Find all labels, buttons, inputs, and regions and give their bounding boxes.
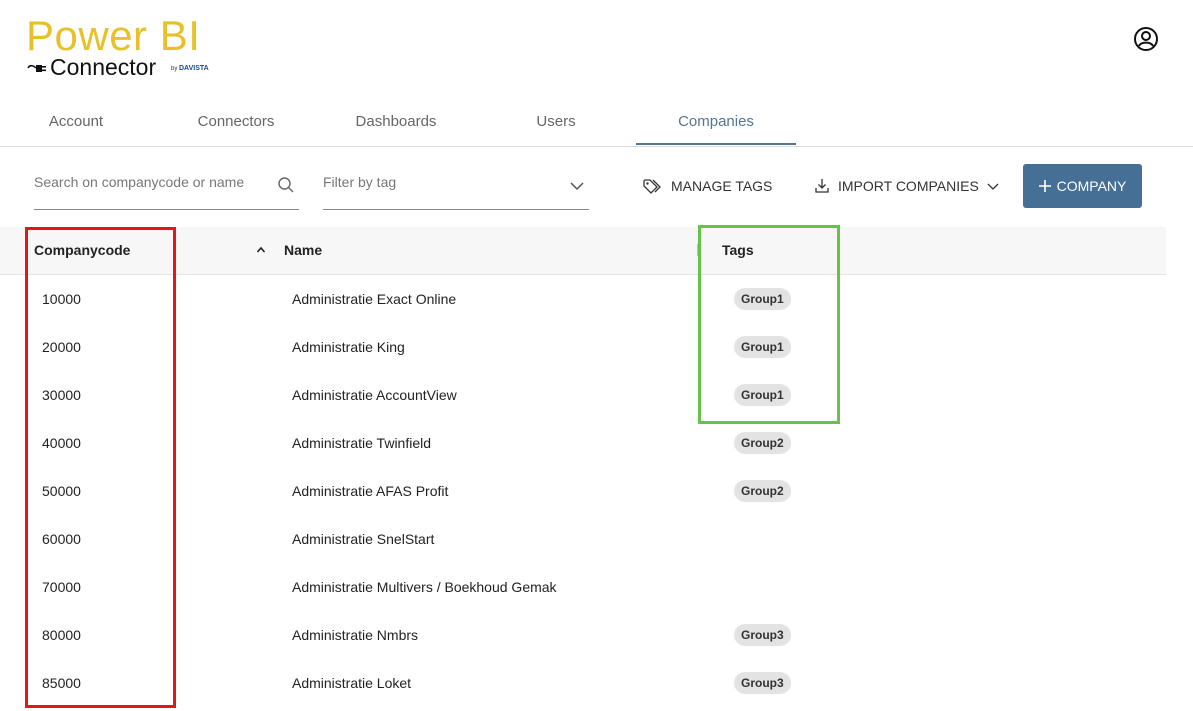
tab-companies[interactable]: Companies (636, 98, 796, 145)
company-name-cell: Administratie Nmbrs (292, 627, 419, 643)
company-name-cell: Administratie Exact Online (292, 291, 457, 307)
tab-users[interactable]: Users (476, 98, 636, 145)
tag-filter (323, 164, 589, 210)
logo-by: by (171, 66, 178, 72)
plug-icon (27, 64, 46, 72)
company-name-cell: Administratie Twinfield (292, 435, 432, 451)
chevron-down-icon[interactable] (569, 178, 585, 194)
tab-account[interactable]: Account (0, 98, 156, 145)
tag-chip: Group2 (734, 480, 791, 502)
import-companies-button[interactable]: IMPORT COMPANIES (814, 164, 999, 208)
logo-brand: DAVISTA (179, 65, 209, 72)
tag-chip: Group3 (734, 624, 791, 646)
main-tabs: Account Connectors Dashboards Users Comp… (0, 98, 1193, 147)
tag-icon (643, 179, 661, 194)
tags-column-highlight (698, 225, 840, 424)
search-field (34, 164, 299, 210)
column-header-name[interactable]: Name (284, 227, 322, 274)
tab-dashboards[interactable]: Dashboards (316, 98, 476, 145)
manage-tags-label: MANAGE TAGS (671, 178, 773, 194)
import-companies-label: IMPORT COMPANIES (838, 178, 979, 194)
sort-ascending-icon[interactable] (256, 245, 266, 255)
company-name-cell: Administratie King (292, 339, 405, 355)
company-name-cell: Administratie SnelStart (292, 531, 435, 547)
company-name-cell: Administratie AccountView (292, 387, 457, 403)
plus-icon (1038, 180, 1051, 192)
app-logo: Power BI Connector by DAVISTA (26, 12, 216, 81)
add-company-button[interactable]: COMPANY (1023, 164, 1142, 208)
company-name-cell: Administratie AFAS Profit (292, 483, 449, 499)
search-icon[interactable] (277, 176, 295, 194)
company-name-cell: Administratie Multivers / Boekhoud Gemak (292, 579, 557, 595)
tag-filter-input[interactable] (323, 164, 553, 200)
import-icon (815, 179, 829, 193)
company-name-cell: Administratie Loket (292, 675, 412, 691)
user-avatar-icon[interactable] (1133, 26, 1159, 52)
chevron-down-icon (987, 183, 999, 190)
manage-tags-button[interactable]: MANAGE TAGS (643, 164, 772, 208)
logo-title: Power BI (26, 12, 201, 59)
companycode-column-highlight (25, 227, 176, 708)
search-input[interactable] (34, 164, 264, 200)
tab-connectors[interactable]: Connectors (156, 98, 316, 145)
tag-chip: Group3 (734, 672, 791, 694)
logo-subtitle: Connector (50, 54, 157, 80)
add-company-label: COMPANY (1056, 178, 1127, 194)
tag-chip: Group2 (734, 432, 791, 454)
